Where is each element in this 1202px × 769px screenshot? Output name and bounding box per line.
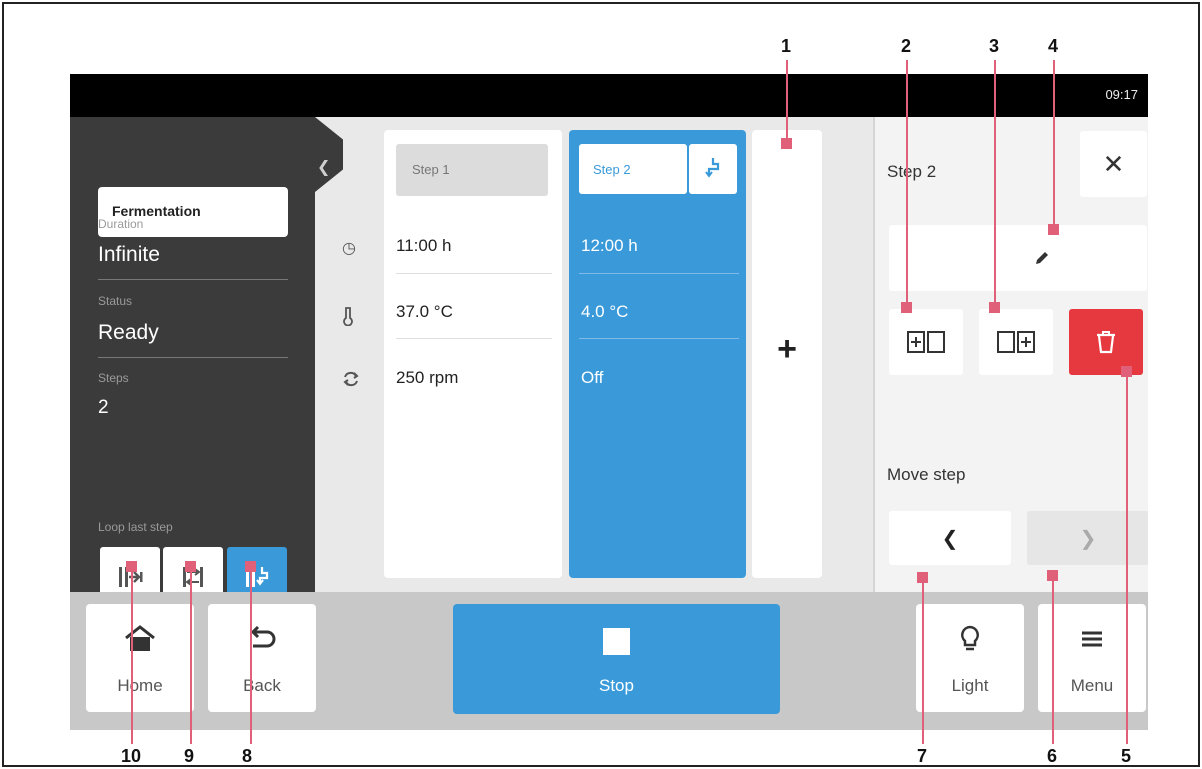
step-2-temperature[interactable]: 4.0 °C <box>581 302 628 322</box>
close-icon: ✕ <box>1102 148 1125 179</box>
loop-icon <box>705 158 720 178</box>
callout-label: 7 <box>917 746 928 766</box>
stop-label: Stop <box>599 676 634 695</box>
plus-icon: + <box>777 330 797 368</box>
home-button[interactable]: Home <box>86 604 194 712</box>
menu-icon <box>1082 631 1102 647</box>
callout-leader <box>922 578 924 744</box>
duration-value: Infinite <box>98 243 160 266</box>
menu-label: Menu <box>1070 676 1114 695</box>
callout-marker <box>917 572 928 583</box>
step-2-loop-button[interactable] <box>689 144 737 194</box>
add-step-column[interactable]: + <box>752 130 822 578</box>
divider <box>396 338 552 339</box>
callout-leader <box>250 567 252 744</box>
callout-leader <box>131 567 133 744</box>
insert-step-after-button[interactable] <box>979 309 1053 375</box>
callout-leader <box>1053 60 1055 230</box>
move-step-right-button[interactable]: ❯ <box>1027 511 1148 565</box>
callout-marker <box>901 302 912 313</box>
step-2-time[interactable]: 12:00 h <box>581 236 638 256</box>
duration-label: Duration <box>98 217 144 231</box>
home-label: Home <box>117 676 163 695</box>
callout-marker <box>185 561 196 572</box>
loop-last-step-label: Loop last step <box>98 520 173 534</box>
divider <box>98 357 288 358</box>
status-value: Ready <box>98 321 159 344</box>
move-step-left-button[interactable]: ❮ <box>889 511 1011 565</box>
insert-step-before-button[interactable] <box>889 309 963 375</box>
bottom-bar: Home Back Stop Light Menu <box>70 592 1148 730</box>
chevron-right-icon: ❯ <box>1079 527 1097 550</box>
light-label: Light <box>951 676 989 695</box>
chevron-left-icon: ❮ <box>941 527 959 550</box>
lightbulb-icon <box>961 625 979 651</box>
home-icon <box>125 625 155 651</box>
callout-marker <box>989 302 1000 313</box>
trash-icon <box>1097 331 1115 354</box>
divider <box>579 338 739 339</box>
step-2-column[interactable]: Step 2 12:00 h 4.0 °C Off <box>569 130 746 578</box>
callout-leader <box>994 60 996 310</box>
callout-label: 9 <box>184 746 195 766</box>
thermometer-icon <box>342 306 354 331</box>
move-step-label: Move step <box>887 465 966 484</box>
step-1-time[interactable]: 11:00 h <box>396 236 451 256</box>
stop-button[interactable]: Stop <box>453 604 780 714</box>
status-label: Status <box>98 294 133 308</box>
step-edit-panel: Step 2 ✕ Move step ❮ ❯ <box>873 117 1148 592</box>
callout-marker <box>126 561 137 572</box>
back-label: Back <box>243 676 281 695</box>
light-button[interactable]: Light <box>916 604 1024 712</box>
callout-label: 3 <box>989 36 1000 56</box>
steps-value: 2 <box>98 397 109 418</box>
step-2-shaking[interactable]: Off <box>581 368 603 388</box>
callout-marker <box>245 561 256 572</box>
callout-marker <box>1121 366 1132 377</box>
callout-label: 1 <box>781 36 792 56</box>
callout-marker <box>781 138 792 149</box>
divider <box>396 273 552 274</box>
callout-leader <box>906 60 908 310</box>
step-1-temperature[interactable]: 37.0 °C <box>396 302 453 322</box>
callout-label: 2 <box>901 36 912 56</box>
callout-label: 5 <box>1121 746 1132 766</box>
callout-leader <box>190 567 192 744</box>
edit-panel-title: Step 2 <box>887 162 937 181</box>
program-info-panel: Fermentation Duration Infinite Status Re… <box>70 117 315 607</box>
figure-frame: 09:17 Fermentation Duration Infinite Sta… <box>2 2 1200 767</box>
clock-icon: ◷ <box>342 240 356 257</box>
back-button[interactable]: Back <box>208 604 316 712</box>
collapse-chevron-icon[interactable]: ❮ <box>317 157 330 177</box>
menu-button[interactable]: Menu <box>1038 604 1146 712</box>
stop-icon <box>603 628 630 655</box>
callout-label: 4 <box>1048 36 1059 56</box>
step-name-field[interactable] <box>889 225 1147 291</box>
callout-leader <box>1126 372 1128 744</box>
insert-after-icon <box>997 331 1035 353</box>
step-1-column[interactable]: Step 1 11:00 h 37.0 °C 250 rpm <box>384 130 562 578</box>
callout-label: 8 <box>242 746 253 766</box>
device-screen: 09:17 Fermentation Duration Infinite Sta… <box>70 74 1148 730</box>
step-1-tab[interactable]: Step 1 <box>396 144 548 196</box>
status-bar: 09:17 <box>70 74 1148 117</box>
callout-marker <box>1048 224 1059 235</box>
close-button[interactable]: ✕ <box>1080 131 1147 197</box>
callout-leader <box>786 60 788 144</box>
pencil-icon <box>1036 252 1048 264</box>
step-1-shaking[interactable]: 250 rpm <box>396 368 458 388</box>
steps-label: Steps <box>98 371 129 385</box>
callout-leader <box>1052 576 1054 744</box>
divider <box>98 279 288 280</box>
step-2-tab[interactable]: Step 2 <box>579 144 687 194</box>
insert-before-icon <box>907 331 945 353</box>
divider <box>579 273 739 274</box>
callout-label: 10 <box>121 746 142 766</box>
callout-marker <box>1047 570 1058 581</box>
shaking-icon <box>342 370 360 393</box>
clock: 09:17 <box>1105 87 1138 102</box>
callout-label: 6 <box>1047 746 1058 766</box>
panel-notch <box>315 117 343 192</box>
